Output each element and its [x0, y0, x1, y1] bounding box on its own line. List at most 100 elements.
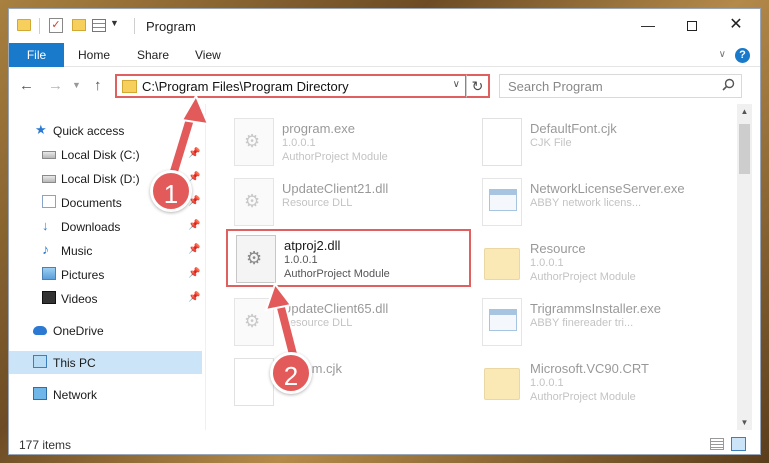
address-history-chevron-icon[interactable]: ∨ — [453, 79, 460, 90]
search-input[interactable]: Search Program — [499, 74, 742, 98]
document-icon — [482, 118, 522, 166]
videos-icon — [42, 291, 56, 304]
star-icon: ★ — [35, 122, 47, 137]
recent-locations-chevron-icon[interactable]: ▼ — [72, 80, 81, 90]
file-item[interactable]: Microsoft.VC90.CRT 1.0.0.1 AuthorProject… — [482, 354, 732, 410]
pin-icon: 📌 — [188, 148, 201, 159]
status-bar: 177 items — [9, 433, 760, 454]
sidebar-item-label: Pictures — [61, 268, 105, 282]
expand-ribbon-chevron-icon[interactable]: ∨ — [719, 49, 726, 60]
file-item[interactable]: UpdateClient21.dll Resource DLL — [234, 174, 484, 230]
customize-toolbar-chevron-icon[interactable]: ▼ — [110, 18, 119, 28]
file-description: ABBY network licens... — [530, 197, 642, 209]
search-icon — [722, 78, 735, 91]
close-button[interactable]: ✕ — [714, 9, 758, 41]
refresh-button[interactable]: ↻ — [466, 74, 490, 98]
title-divider — [134, 18, 135, 34]
sidebar-item-label: Documents — [61, 196, 122, 210]
sidebar-item-music[interactable]: ♪ Music 📌 — [9, 239, 202, 262]
file-item-atproj2[interactable]: atproj2.dll 1.0.0.1 AuthorProject Module — [236, 231, 486, 287]
dll-gear-icon — [234, 298, 274, 346]
sidebar-item-network[interactable]: Network — [9, 383, 202, 406]
folder-icon — [482, 238, 522, 286]
back-button[interactable]: ← — [19, 77, 34, 94]
new-folder-icon[interactable] — [72, 19, 86, 31]
sidebar-item-onedrive[interactable]: OneDrive — [9, 319, 202, 342]
tab-share[interactable]: Share — [137, 43, 169, 67]
search-placeholder: Search Program — [508, 79, 603, 94]
tab-home[interactable]: Home — [78, 43, 110, 67]
file-name: NetworkLicenseServer.exe — [530, 181, 685, 196]
pictures-icon — [42, 267, 56, 280]
folder-icon — [122, 80, 137, 93]
sidebar-item-label: Videos — [61, 292, 98, 306]
folder-icon — [17, 19, 31, 31]
vertical-scrollbar[interactable]: ▲ ▼ — [737, 104, 752, 430]
file-name: TrigrammsInstaller.exe — [530, 301, 661, 316]
file-description: AuthorProject Module — [282, 151, 388, 163]
file-explorer-window: ✓ ▼ Program — ✕ File Home Share View ∨ ?… — [8, 8, 761, 455]
file-name: DefaultFont.cjk — [530, 121, 617, 136]
tab-view[interactable]: View — [195, 43, 221, 67]
disk-icon — [42, 151, 56, 159]
address-bar[interactable]: C:\Program Files\Program Directory ∨ — [115, 74, 467, 98]
quick-access-divider — [39, 18, 40, 34]
file-version: 1.0.0.1 — [284, 254, 318, 266]
file-item[interactable]: DefaultFont.cjk CJK File — [482, 114, 732, 170]
sidebar-item-label: Network — [53, 388, 98, 402]
file-item[interactable]: Resource 1.0.0.1 AuthorProject Module — [482, 234, 732, 290]
details-view-icon[interactable] — [710, 438, 724, 450]
sidebar-item-videos[interactable]: Videos 📌 — [9, 287, 202, 310]
network-icon — [33, 387, 47, 400]
file-name: UpdateClient65.dll — [282, 301, 389, 316]
sidebar-item-local-disk-c[interactable]: Local Disk (C:) 📌 — [9, 143, 202, 166]
pane-divider — [205, 104, 206, 430]
pin-icon: 📌 — [188, 220, 201, 231]
file-item[interactable]: UpdateClient65.dll Resource DLL — [234, 294, 484, 350]
title-bar: ✓ ▼ Program — ✕ — [9, 9, 760, 43]
sidebar-item-downloads[interactable]: ↓ Downloads 📌 — [9, 215, 202, 238]
file-item[interactable]: program.exe 1.0.0.1 AuthorProject Module — [234, 114, 484, 170]
folder-icon — [482, 358, 522, 406]
up-button[interactable]: ↑ — [94, 77, 102, 94]
scroll-up-icon[interactable]: ▲ — [737, 104, 752, 119]
file-version: 1.0.0.1 — [530, 377, 564, 389]
minimize-button[interactable]: — — [626, 9, 670, 41]
sidebar-item-pictures[interactable]: Pictures 📌 — [9, 263, 202, 286]
address-path[interactable]: C:\Program Files\Program Directory — [142, 79, 349, 94]
navigation-pane: ★ Quick access Local Disk (C:) 📌 Local D… — [9, 104, 204, 430]
sidebar-item-quick-access[interactable]: ★ Quick access — [9, 119, 202, 142]
music-icon: ♪ — [42, 241, 49, 257]
file-item[interactable]: NetworkLicenseServer.exe ABBY network li… — [482, 174, 732, 230]
scroll-thumb[interactable] — [739, 124, 750, 174]
document-icon — [234, 358, 274, 406]
application-icon — [482, 298, 522, 346]
sidebar-item-label: Music — [61, 244, 93, 258]
disk-icon — [42, 175, 56, 183]
maximize-button[interactable] — [670, 9, 714, 41]
item-count: 177 items — [19, 438, 72, 452]
this-pc-icon — [33, 355, 47, 368]
pin-icon: 📌 — [188, 268, 201, 279]
navigation-bar: ← → ▼ ↑ C:\Program Files\Program Directo… — [9, 68, 760, 104]
file-name: atproj2.dll — [284, 238, 341, 253]
large-icons-view-icon[interactable] — [731, 437, 746, 451]
tab-file[interactable]: File — [9, 43, 64, 67]
sidebar-item-this-pc[interactable]: This PC — [9, 351, 202, 374]
documents-icon — [42, 195, 56, 208]
downloads-icon: ↓ — [42, 218, 49, 233]
ribbon-tabs: File Home Share View ∨ ? — [9, 43, 760, 67]
maximize-icon — [687, 21, 697, 32]
executable-icon — [234, 118, 274, 166]
sidebar-item-label: Local Disk (C:) — [61, 148, 140, 162]
scroll-down-icon[interactable]: ▼ — [737, 415, 752, 430]
properties-icon[interactable] — [92, 19, 106, 32]
step-2-badge: 2 — [270, 352, 312, 394]
file-version: 1.0.0.1 — [530, 257, 564, 269]
help-icon[interactable]: ? — [735, 48, 750, 63]
forward-button[interactable]: → — [48, 77, 63, 94]
file-name: Microsoft.VC90.CRT — [530, 361, 649, 376]
file-item[interactable]: TrigrammsInstaller.exe ABBY finereader t… — [482, 294, 732, 350]
file-type: Resource DLL — [282, 197, 353, 209]
properties-check-icon[interactable]: ✓ — [49, 18, 63, 33]
